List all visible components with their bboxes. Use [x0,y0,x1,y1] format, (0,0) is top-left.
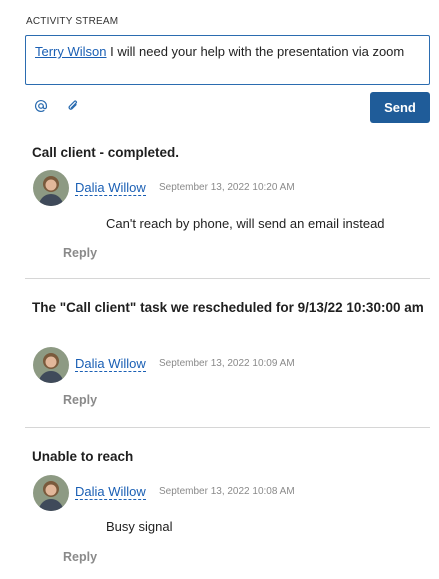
reply-link[interactable]: Reply [63,246,97,260]
activity-entry: The "Call client" task we rescheduled fo… [25,297,430,429]
comment-text: Can't reach by phone, will send an email… [106,216,385,231]
divider [25,278,430,279]
author-link[interactable]: Dalia Willow [75,484,146,500]
activity-stream-label: ACTIVITY STREAM [26,16,119,27]
timestamp: September 13, 2022 10:08 AM [159,486,295,497]
author-link[interactable]: Dalia Willow [75,356,146,372]
comment-input[interactable]: Terry Wilson I will need your help with … [25,35,430,85]
divider [25,427,430,428]
avatar[interactable] [33,475,69,511]
comment-text: Busy signal [106,519,173,534]
comment-input-text: I will need your help with the presentat… [106,44,405,59]
entry-title: Call client - completed. [32,145,180,160]
activity-entry: Unable to reach Dalia Willow September 1… [25,446,430,576]
send-button[interactable]: Send [370,92,430,123]
timestamp: September 13, 2022 10:20 AM [159,182,295,193]
paperclip-icon[interactable] [64,97,82,115]
timestamp: September 13, 2022 10:09 AM [159,358,295,369]
at-icon[interactable] [32,97,50,115]
activity-entry: Call client - completed. Dalia Willow Se… [25,140,430,280]
entry-title: Unable to reach [32,449,134,464]
reply-link[interactable]: Reply [63,550,97,564]
avatar[interactable] [33,170,69,206]
mention-link[interactable]: Terry Wilson [35,44,107,59]
entry-title: The "Call client" task we rescheduled fo… [32,300,424,315]
author-link[interactable]: Dalia Willow [75,180,146,196]
reply-link[interactable]: Reply [63,393,97,407]
avatar[interactable] [33,347,69,383]
